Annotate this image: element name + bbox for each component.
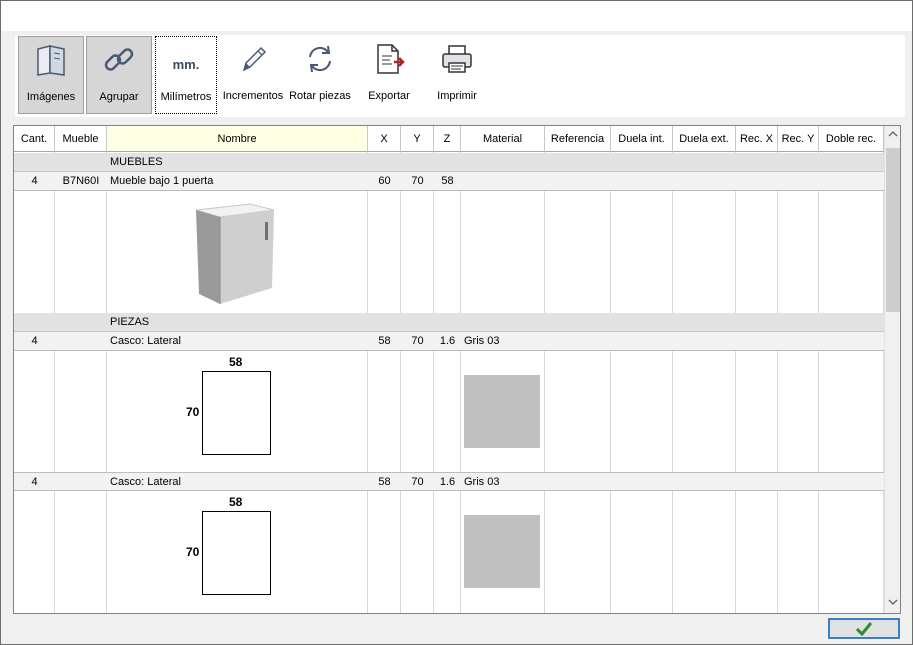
column-header-x[interactable]: X bbox=[368, 126, 401, 152]
grid-line bbox=[367, 152, 368, 613]
pencil-icon bbox=[236, 40, 270, 78]
cell-nombre: Casco: Lateral bbox=[110, 335, 181, 347]
title-bar bbox=[1, 1, 912, 31]
cell-mueble bbox=[55, 473, 107, 492]
grid-line bbox=[400, 152, 401, 613]
grid-line bbox=[672, 152, 673, 613]
print-button[interactable]: Imprimir bbox=[424, 36, 490, 114]
vertical-scrollbar[interactable] bbox=[884, 126, 900, 613]
table-row[interactable]: 4 Casco: Lateral 58 70 1.6 Gris 03 bbox=[14, 472, 884, 491]
cell-y: 70 bbox=[411, 335, 424, 347]
ok-button[interactable] bbox=[828, 618, 900, 639]
export-button[interactable]: Exportar bbox=[356, 36, 422, 114]
scroll-down-icon[interactable] bbox=[888, 598, 898, 606]
column-header-rec-x[interactable]: Rec. X bbox=[736, 126, 778, 152]
furniture-preview bbox=[107, 192, 367, 310]
column-header-rec-y[interactable]: Rec. Y bbox=[778, 126, 819, 152]
cell-nombre: Casco: Lateral bbox=[110, 476, 181, 488]
report-window: Imágenes Agrupar mm. Milímetros Incremen… bbox=[0, 0, 913, 645]
scrollbar-thumb[interactable] bbox=[886, 148, 900, 312]
grid-line bbox=[54, 152, 55, 613]
column-header-z[interactable]: Z bbox=[434, 126, 461, 152]
group-button[interactable]: Agrupar bbox=[86, 36, 152, 114]
column-header-referencia[interactable]: Referencia bbox=[545, 126, 611, 152]
checkmark-icon bbox=[855, 621, 873, 636]
column-header-duela-ext[interactable]: Duela ext. bbox=[673, 126, 736, 152]
cell-x: 58 bbox=[378, 476, 391, 488]
rotate-pieces-button[interactable]: Rotar piezas bbox=[287, 36, 353, 114]
column-header-mueble[interactable]: Mueble bbox=[55, 126, 107, 152]
grid-line bbox=[544, 152, 545, 613]
images-button[interactable]: Imágenes bbox=[18, 36, 84, 114]
cut-list-grid: Cant. Mueble Nombre X Y Z Material Refer… bbox=[13, 125, 901, 614]
piece-outline bbox=[202, 371, 271, 455]
grid-line bbox=[460, 152, 461, 613]
cell-mueble bbox=[55, 332, 107, 351]
cell-cant: 4 bbox=[31, 476, 38, 488]
table-row[interactable]: 4 Casco: Lateral 58 70 1.6 Gris 03 bbox=[14, 332, 884, 351]
piece-height-label: 70 bbox=[186, 545, 200, 559]
table-row[interactable]: 4 B7N60I Mueble bajo 1 puerta 60 70 58 bbox=[14, 172, 884, 191]
grid-line bbox=[818, 152, 819, 613]
grid-line bbox=[433, 152, 434, 613]
cabinet-3d-image bbox=[195, 203, 275, 304]
cell-material bbox=[464, 172, 544, 191]
scroll-up-icon[interactable] bbox=[888, 130, 898, 138]
piece-height-label: 70 bbox=[186, 405, 200, 419]
piece-width-label: 58 bbox=[229, 495, 243, 509]
book-icon bbox=[34, 41, 68, 79]
material-swatch bbox=[464, 375, 540, 448]
column-header-y[interactable]: Y bbox=[401, 126, 434, 152]
column-header-nombre[interactable]: Nombre bbox=[107, 126, 368, 152]
group-header-piezas[interactable]: PIEZAS bbox=[14, 313, 884, 332]
mm-text-icon: mm. bbox=[172, 56, 200, 72]
millimeters-button[interactable]: mm. Milímetros bbox=[155, 36, 217, 114]
grid-line bbox=[777, 152, 778, 613]
cell-nombre: Mueble bajo 1 puerta bbox=[110, 175, 214, 187]
group-title: MUEBLES bbox=[110, 156, 163, 168]
cell-z: 1.6 bbox=[439, 335, 456, 347]
column-header-doble-rec[interactable]: Doble rec. bbox=[819, 126, 884, 152]
cell-x: 58 bbox=[378, 335, 391, 347]
rotate-arrows-icon bbox=[303, 40, 337, 78]
grid-line bbox=[735, 152, 736, 613]
cell-y: 70 bbox=[411, 476, 424, 488]
cell-z: 58 bbox=[441, 175, 454, 187]
cell-x: 60 bbox=[378, 175, 391, 187]
piece-width-label: 58 bbox=[229, 355, 243, 369]
grid-line bbox=[610, 152, 611, 613]
group-header-muebles[interactable]: MUEBLES bbox=[14, 153, 884, 172]
cell-material: Gris 03 bbox=[464, 335, 500, 347]
group-title: PIEZAS bbox=[110, 316, 150, 328]
material-swatch bbox=[464, 515, 540, 588]
increments-button[interactable]: Incrementos bbox=[221, 36, 285, 114]
column-header-material[interactable]: Material bbox=[461, 126, 545, 152]
cell-mueble: B7N60I bbox=[62, 175, 100, 187]
column-header-duela-int[interactable]: Duela int. bbox=[611, 126, 673, 152]
piece-outline bbox=[202, 511, 271, 595]
column-header-cant[interactable]: Cant. bbox=[14, 126, 55, 152]
cell-cant: 4 bbox=[31, 175, 38, 187]
cell-cant: 4 bbox=[31, 335, 38, 347]
chain-link-icon bbox=[102, 41, 136, 79]
cell-y: 70 bbox=[411, 175, 424, 187]
cell-z: 1.6 bbox=[439, 476, 456, 488]
printer-icon bbox=[440, 40, 474, 78]
export-document-icon bbox=[372, 40, 406, 78]
toolbar: Imágenes Agrupar mm. Milímetros Incremen… bbox=[15, 35, 905, 117]
cell-material: Gris 03 bbox=[464, 476, 500, 488]
